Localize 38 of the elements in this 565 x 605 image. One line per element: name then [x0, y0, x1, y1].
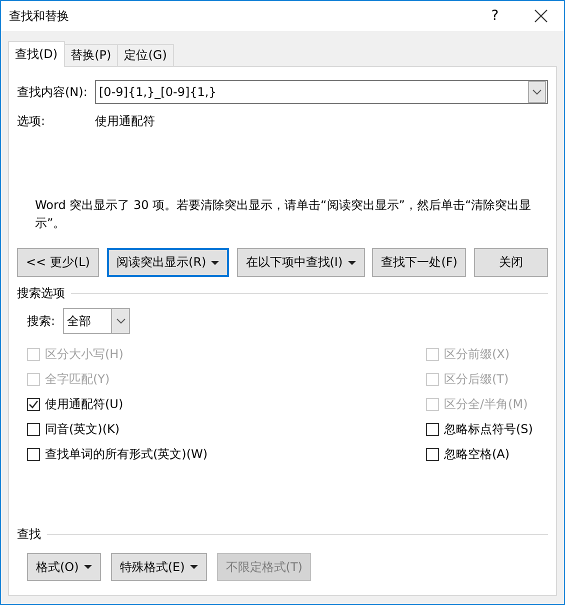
find-label: 查找内容(N):	[17, 84, 88, 100]
checkbox-label: 区分前缀(X)	[444, 346, 510, 363]
checkbox[interactable]	[426, 448, 439, 461]
window-title: 查找和替换	[9, 8, 70, 24]
checkbox-label: 全字匹配(Y)	[45, 371, 110, 388]
chevron-icon	[532, 89, 542, 95]
message-text: Word 突出显示了 30 项。若要清除突出显示，请单击“阅读突出显示”，然后单击“清除突出显示”。	[34, 197, 532, 232]
help-button[interactable]: ?	[472, 1, 518, 31]
format-button[interactable]: 格式(O)	[27, 553, 101, 581]
search-label: 搜索:	[27, 312, 56, 330]
checkbox-label: 查找单词的所有形式(英文)(W)	[45, 446, 208, 463]
action-button[interactable]: 阅读突出显示(R)	[106, 248, 230, 277]
action-button[interactable]: << 更少(L)	[17, 248, 99, 277]
action-button[interactable]: 在以下项中查找(I)	[236, 248, 365, 277]
checkbox-label: 忽略标点符号(S)	[444, 421, 533, 438]
checkbox[interactable]	[27, 398, 40, 411]
checkbox[interactable]	[426, 423, 439, 436]
checkbox-label: 同音(英文)(K)	[45, 421, 120, 438]
action-button[interactable]: 关闭	[474, 248, 548, 277]
find-field[interactable]: [0-9]{1,}_[0-9]{1,}	[95, 80, 548, 104]
tab[interactable]: 定位(G)	[117, 44, 174, 66]
checkbox-label: 区分后缀(T)	[444, 371, 509, 388]
format-button[interactable]: 特殊格式(E)	[110, 553, 207, 581]
close-icon	[534, 9, 548, 23]
checkbox[interactable]	[27, 448, 40, 461]
checkbox-label: 区分大小写(H)	[45, 346, 124, 363]
checkbox-label: 忽略空格(A)	[444, 446, 510, 463]
section-heading: 搜索选项	[17, 285, 65, 302]
tab[interactable]: 查找(D)	[8, 41, 65, 67]
options-value: 使用通配符	[95, 113, 155, 130]
checkbox[interactable]	[27, 423, 40, 436]
options-label: 选项:	[17, 113, 46, 130]
search-dropdown[interactable]: 全部	[63, 308, 130, 334]
checkbox-label: 区分全/半角(M)	[444, 396, 528, 413]
checkbox-label: 使用通配符(U)	[45, 396, 124, 413]
action-button[interactable]: 查找下一处(F)	[372, 248, 466, 277]
chevron-icon	[116, 318, 126, 324]
section-heading: 查找	[17, 526, 41, 543]
